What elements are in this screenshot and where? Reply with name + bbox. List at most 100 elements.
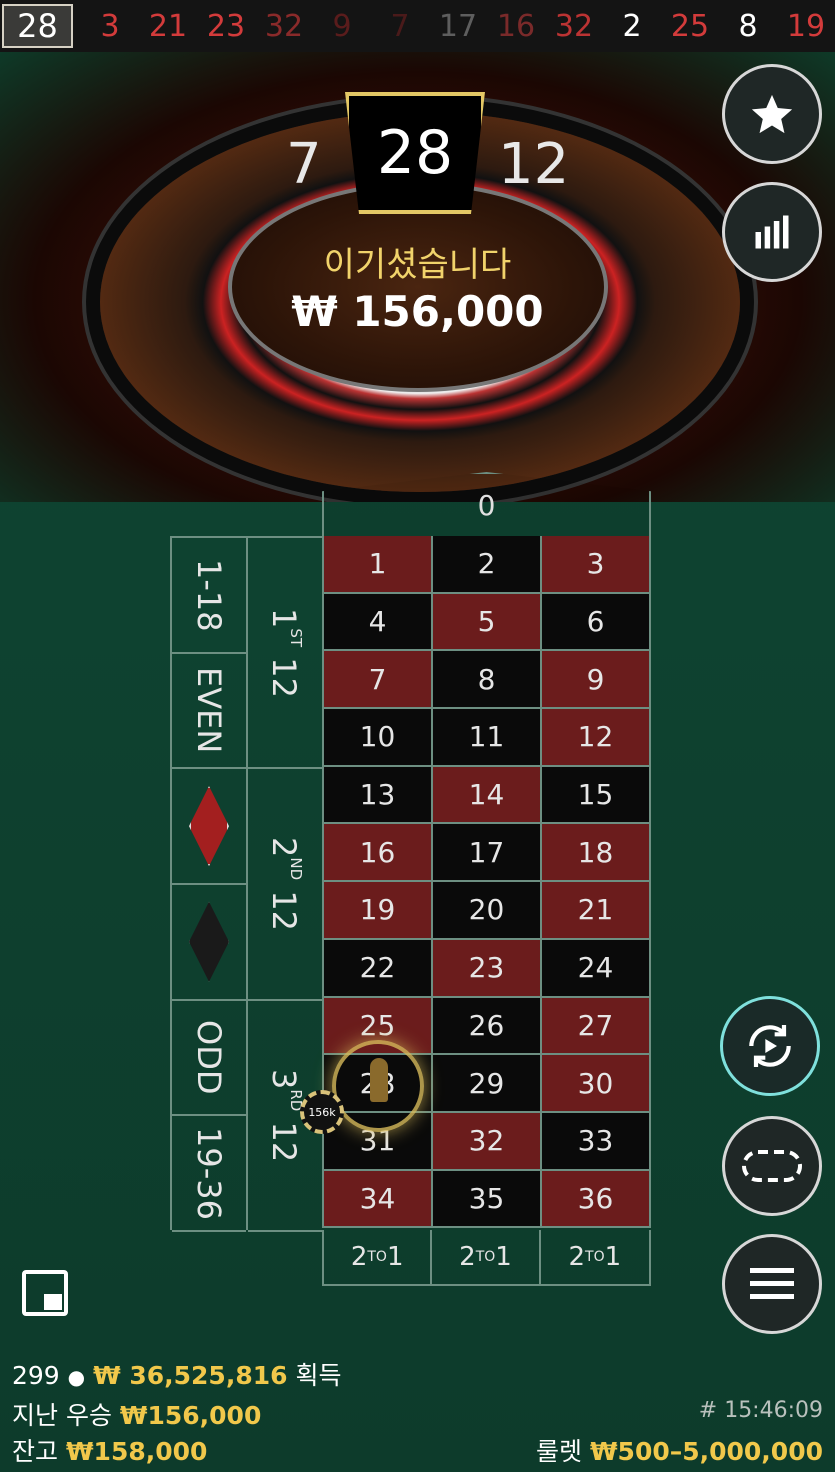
history-number: 2 — [622, 8, 642, 44]
bet-number-17[interactable]: 17 — [433, 824, 542, 883]
bet-odd[interactable]: ODD — [172, 1001, 246, 1117]
player-count: 299 — [12, 1361, 60, 1390]
dozen-label: 2ND 12 — [265, 836, 305, 931]
winning-number: 28 — [376, 118, 454, 188]
bet-column-3[interactable]: 2 TO 1 — [541, 1230, 649, 1284]
bet-number-10[interactable]: 10 — [324, 709, 433, 767]
bet-number-19[interactable]: 19 — [324, 882, 433, 940]
bet-number-15[interactable]: 15 — [542, 766, 651, 825]
bet-number-7[interactable]: 7 — [324, 651, 433, 710]
outside-bets: 1-18 EVEN ODD 19-36 — [170, 536, 246, 1232]
history-number: 7 — [390, 8, 410, 44]
history-number: 3 — [100, 8, 120, 44]
star-icon — [751, 94, 793, 134]
balance-amount: ₩158,000 — [65, 1437, 208, 1466]
bet-number-12[interactable]: 12 — [542, 709, 651, 767]
history-number: 9 — [332, 8, 352, 44]
bet-column-1[interactable]: 2 TO 1 — [324, 1230, 433, 1284]
pip-icon[interactable] — [22, 1270, 68, 1316]
table-limits: ₩500–5,000,000 — [589, 1437, 823, 1466]
limits-row[interactable]: 룰렛 ₩500–5,000,000 — [536, 1432, 823, 1468]
placed-chip: 156k — [300, 1090, 344, 1134]
bet-number-22[interactable]: 22 — [324, 939, 433, 998]
bet-number-18[interactable]: 18 — [542, 824, 651, 883]
bet-red[interactable] — [172, 769, 246, 885]
statistics-icon — [755, 215, 789, 249]
dozen-label: 1ST 12 — [265, 607, 305, 698]
history-number: 32 — [264, 8, 304, 44]
racetrack-button[interactable] — [722, 1116, 822, 1216]
last-win-label: 지난 우승 — [12, 1401, 112, 1430]
history-number: 17 — [438, 8, 478, 44]
winning-number-frame: 28 — [345, 92, 485, 214]
bet-number-1[interactable]: 1 — [324, 536, 433, 594]
menu-button[interactable] — [722, 1234, 822, 1334]
bet-number-4[interactable]: 4 — [324, 593, 433, 652]
bet-number-16[interactable]: 16 — [324, 824, 433, 883]
bet-number-36[interactable]: 36 — [542, 1170, 651, 1229]
roulette-wheel-video: 7 28 12 이기셨습니다 ₩ 156,000 — [0, 52, 835, 502]
game-label: 룰렛 — [536, 1437, 583, 1466]
history-number: 19 — [786, 8, 826, 44]
bet-number-3[interactable]: 3 — [542, 536, 651, 594]
column-bet-post: 1 — [495, 1242, 512, 1272]
column-bet-sup: TO — [367, 1249, 387, 1265]
dozen-label: 3RD 12 — [265, 1068, 305, 1162]
column-bet-pre: 2 — [459, 1242, 476, 1272]
last-win-row: 지난 우승 ₩156,000 — [12, 1396, 261, 1432]
round-id: # 15:46:09 — [698, 1398, 823, 1423]
bet-number-11[interactable]: 11 — [433, 709, 542, 767]
repeat-bet-button[interactable] — [720, 996, 820, 1096]
bet-number-9[interactable]: 9 — [542, 651, 651, 710]
history-number: 8 — [738, 8, 758, 44]
bet-black[interactable] — [172, 885, 246, 1001]
bet-number-34[interactable]: 34 — [324, 1170, 433, 1229]
last-win-amount: ₩156,000 — [119, 1401, 262, 1430]
bet-dozen-1[interactable]: 1ST 12 — [248, 538, 322, 770]
bet-1-18[interactable]: 1-18 — [172, 538, 246, 654]
players-row: 299 ● ₩ 36,525,816 획득 — [12, 1356, 341, 1392]
bet-number-5[interactable]: 5 — [433, 593, 542, 652]
bet-number-26[interactable]: 26 — [433, 997, 542, 1056]
bet-number-24[interactable]: 24 — [542, 939, 651, 998]
statistics-button[interactable] — [722, 182, 822, 282]
bet-number-30[interactable]: 30 — [542, 1055, 651, 1113]
favorites-button[interactable] — [722, 64, 822, 164]
bet-number-29[interactable]: 29 — [433, 1055, 542, 1113]
history-number: 32 — [554, 8, 594, 44]
bet-number-13[interactable]: 13 — [324, 766, 433, 825]
bet-number-33[interactable]: 33 — [542, 1112, 651, 1171]
history-number: 25 — [670, 8, 710, 44]
column-bet-post: 1 — [386, 1242, 404, 1272]
bet-number-35[interactable]: 35 — [433, 1170, 542, 1229]
column-bet-sup: TO — [585, 1249, 605, 1265]
bet-number-21[interactable]: 21 — [542, 882, 651, 940]
history-number: 16 — [496, 8, 536, 44]
history-numbers: 3 21 23 32 9 7 17 16 32 2 25 8 19 — [73, 9, 835, 44]
win-message: 이기셨습니다 — [323, 245, 512, 285]
bet-column-2[interactable]: 2 TO 1 — [432, 1230, 541, 1284]
bet-number-32[interactable]: 32 — [433, 1112, 542, 1171]
bet-dozen-2[interactable]: 2ND 12 — [248, 769, 322, 1001]
bet-number-20[interactable]: 20 — [433, 882, 542, 940]
left-neighbor-number: 7 — [286, 132, 322, 197]
balance-row: 잔고 ₩158,000 — [12, 1432, 207, 1468]
bet-odd-label: ODD — [190, 1020, 228, 1095]
menu-icon — [750, 1268, 794, 1299]
bet-number-6[interactable]: 6 — [542, 593, 651, 652]
bet-even-label: EVEN — [190, 667, 228, 754]
bet-number-27[interactable]: 27 — [542, 997, 651, 1056]
column-bet-pre: 2 — [350, 1242, 368, 1272]
bet-number-8[interactable]: 8 — [433, 651, 542, 710]
bet-even[interactable]: EVEN — [172, 654, 246, 770]
black-diamond-icon — [189, 901, 229, 982]
bet-number-23[interactable]: 23 — [433, 939, 542, 998]
total-won-suffix: 획득 — [295, 1361, 342, 1390]
repeat-bet-icon — [749, 1025, 791, 1067]
column-bet-post: 1 — [604, 1242, 622, 1272]
bet-1-18-label: 1-18 — [190, 558, 228, 632]
bet-19-36[interactable]: 19-36 — [172, 1116, 246, 1232]
bet-number-2[interactable]: 2 — [433, 536, 542, 594]
bet-number-14[interactable]: 14 — [433, 766, 542, 825]
bet-19-36-label: 19-36 — [190, 1126, 228, 1220]
